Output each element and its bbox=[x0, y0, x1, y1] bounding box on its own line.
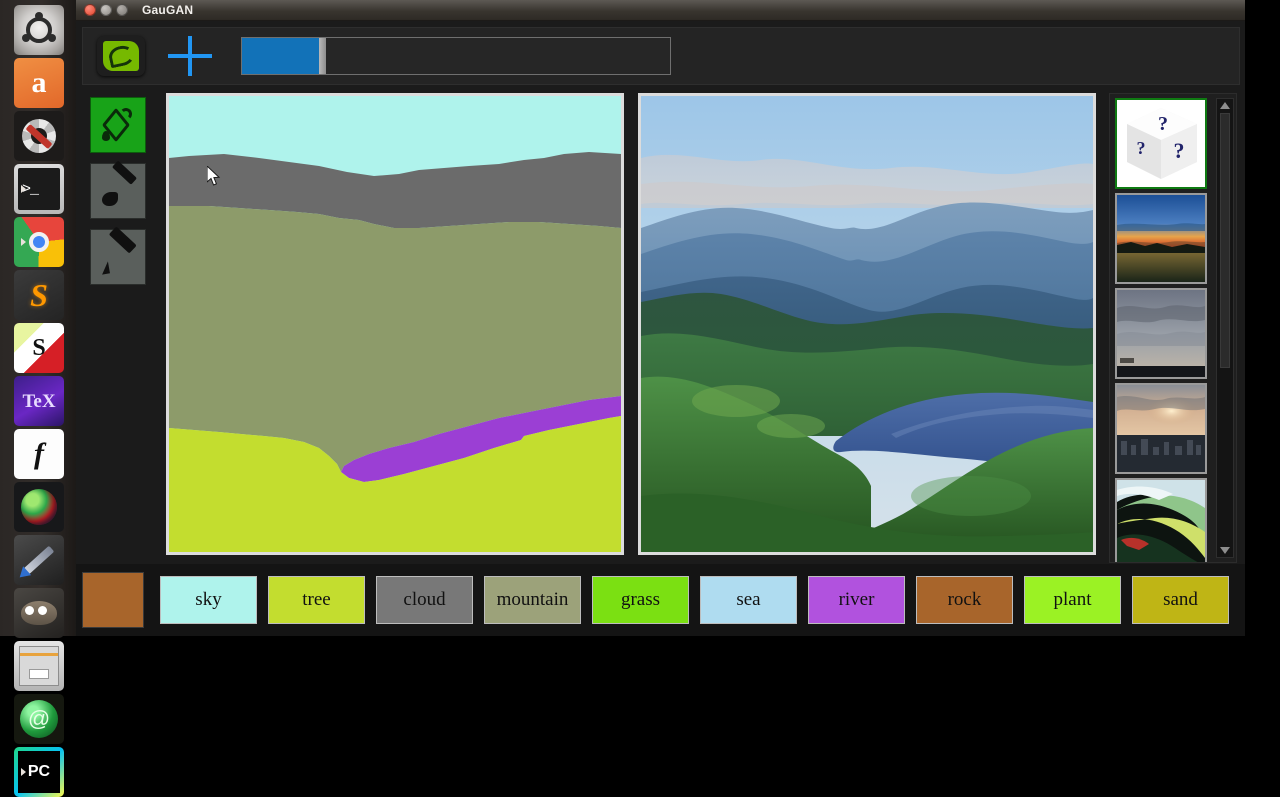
amazon-icon: a bbox=[31, 66, 47, 99]
chrome-icon bbox=[29, 232, 49, 252]
maximize-button[interactable] bbox=[116, 4, 128, 16]
file-cabinet-icon bbox=[19, 646, 59, 686]
label-button-sea[interactable]: sea bbox=[700, 576, 797, 624]
label-text: river bbox=[838, 589, 875, 610]
slider-handle[interactable] bbox=[319, 38, 327, 74]
pen-icon bbox=[23, 545, 55, 575]
running-indicator bbox=[21, 238, 26, 246]
launcher-item-terminal[interactable]: >_ bbox=[14, 164, 64, 214]
window-titlebar: GauGAN bbox=[76, 0, 1245, 21]
style-thumbnail-list: ? ? ? bbox=[1110, 94, 1216, 562]
scroll-up-arrow-icon[interactable] bbox=[1220, 102, 1230, 109]
gimp-icon bbox=[21, 601, 57, 625]
current-color-swatch[interactable] bbox=[82, 572, 144, 628]
svg-text:?: ? bbox=[1137, 138, 1146, 158]
generated-landscape bbox=[641, 96, 1093, 552]
label-text: sand bbox=[1163, 589, 1198, 610]
label-text: sea bbox=[736, 589, 761, 610]
launcher-item-green-app[interactable] bbox=[14, 694, 64, 744]
ubuntu-launcher: a >_ S S TeX f PC bbox=[0, 0, 76, 797]
label-text: mountain bbox=[496, 589, 569, 610]
style-sunset-city[interactable] bbox=[1115, 383, 1207, 474]
launcher-item-gimp[interactable] bbox=[14, 588, 64, 638]
style-thumb-image bbox=[1117, 195, 1205, 282]
green-orb-icon bbox=[20, 700, 58, 738]
label-button-rock[interactable]: rock bbox=[916, 576, 1013, 624]
style-watercolor-wave[interactable] bbox=[1115, 478, 1207, 562]
gaugan-window: GauGAN ? ? ? sky tree cloud mountain gra… bbox=[76, 0, 1245, 636]
add-button[interactable] bbox=[163, 31, 217, 81]
label-text: sky bbox=[195, 589, 222, 610]
launcher-item-sublime-text[interactable]: S bbox=[14, 270, 64, 320]
label-button-tree[interactable]: tree bbox=[268, 576, 365, 624]
function-icon: f bbox=[34, 437, 44, 470]
style-sunset-water[interactable] bbox=[1115, 193, 1207, 284]
style-thumb-image bbox=[1117, 290, 1205, 377]
slider-track bbox=[326, 38, 670, 74]
launcher-item-color-tool[interactable] bbox=[14, 482, 64, 532]
slider-fill bbox=[242, 38, 320, 74]
sublime-icon: S bbox=[30, 277, 48, 313]
color-wheel-icon bbox=[21, 489, 57, 525]
nvidia-eye-icon bbox=[103, 41, 139, 71]
label-button-river[interactable]: river bbox=[808, 576, 905, 624]
paint-bucket-icon bbox=[101, 107, 135, 143]
tool-palette bbox=[90, 97, 150, 295]
label-button-mountain[interactable]: mountain bbox=[484, 576, 581, 624]
svg-text:?: ? bbox=[1158, 113, 1168, 135]
style-random[interactable]: ? ? ? bbox=[1115, 98, 1207, 189]
style-scrollbar[interactable] bbox=[1216, 98, 1234, 558]
work-area: ? ? ? bbox=[82, 93, 1240, 567]
label-button-grass[interactable]: grass bbox=[592, 576, 689, 624]
top-toolbar bbox=[82, 27, 1240, 85]
paintbrush-icon bbox=[100, 160, 138, 209]
label-text: plant bbox=[1053, 589, 1092, 610]
running-indicator bbox=[21, 185, 26, 193]
scrollbar-thumb[interactable] bbox=[1220, 113, 1230, 368]
launcher-item-ubuntu-dash[interactable] bbox=[14, 5, 64, 55]
svg-text:?: ? bbox=[1174, 138, 1185, 163]
running-indicator bbox=[21, 768, 26, 776]
label-text: rock bbox=[947, 589, 982, 610]
nvidia-logo[interactable] bbox=[97, 36, 145, 76]
style-thumb-image bbox=[1117, 385, 1205, 472]
pencil-icon bbox=[100, 226, 137, 275]
segmentation-canvas[interactable] bbox=[166, 93, 624, 555]
scroll-down-arrow-icon[interactable] bbox=[1220, 547, 1230, 554]
label-text: cloud bbox=[403, 589, 446, 610]
launcher-item-amazon[interactable]: a bbox=[14, 58, 64, 108]
generated-image-canvas[interactable] bbox=[638, 93, 1096, 555]
launcher-item-chrome[interactable] bbox=[14, 217, 64, 267]
launcher-item-function[interactable]: f bbox=[14, 429, 64, 479]
style-strength-slider[interactable] bbox=[241, 37, 671, 75]
label-button-sky[interactable]: sky bbox=[160, 576, 257, 624]
fill-bucket-tool[interactable] bbox=[90, 97, 146, 153]
label-palette-bar: sky tree cloud mountain grass sea river … bbox=[76, 564, 1245, 636]
app-body: ? ? ? bbox=[76, 21, 1245, 636]
style-thumb-image bbox=[1117, 480, 1205, 562]
style-panel: ? ? ? bbox=[1109, 93, 1237, 563]
label-button-plant[interactable]: plant bbox=[1024, 576, 1121, 624]
launcher-item-skim[interactable]: S bbox=[14, 323, 64, 373]
style-cloudy-sky[interactable] bbox=[1115, 288, 1207, 379]
pencil-tool[interactable] bbox=[90, 226, 146, 285]
label-button-sand[interactable]: sand bbox=[1132, 576, 1229, 624]
brush-tool[interactable] bbox=[90, 160, 146, 219]
launcher-item-system-settings[interactable] bbox=[14, 111, 64, 161]
minimize-button[interactable] bbox=[100, 4, 112, 16]
tex-icon: TeX bbox=[22, 390, 56, 412]
close-button[interactable] bbox=[84, 4, 96, 16]
launcher-item-pycharm[interactable]: PC bbox=[14, 747, 64, 797]
label-button-cloud[interactable]: cloud bbox=[376, 576, 473, 624]
segmentation-drawing bbox=[169, 96, 621, 552]
label-text: tree bbox=[302, 589, 331, 610]
ubuntu-icon bbox=[22, 12, 56, 43]
skim-icon: S bbox=[32, 335, 46, 361]
window-title: GauGAN bbox=[142, 3, 194, 17]
launcher-item-files[interactable] bbox=[14, 641, 64, 691]
question-dice-icon: ? ? ? bbox=[1117, 100, 1205, 187]
label-text: grass bbox=[620, 589, 661, 610]
launcher-item-inkscape[interactable] bbox=[14, 535, 64, 585]
launcher-item-texstudio[interactable]: TeX bbox=[14, 376, 64, 426]
